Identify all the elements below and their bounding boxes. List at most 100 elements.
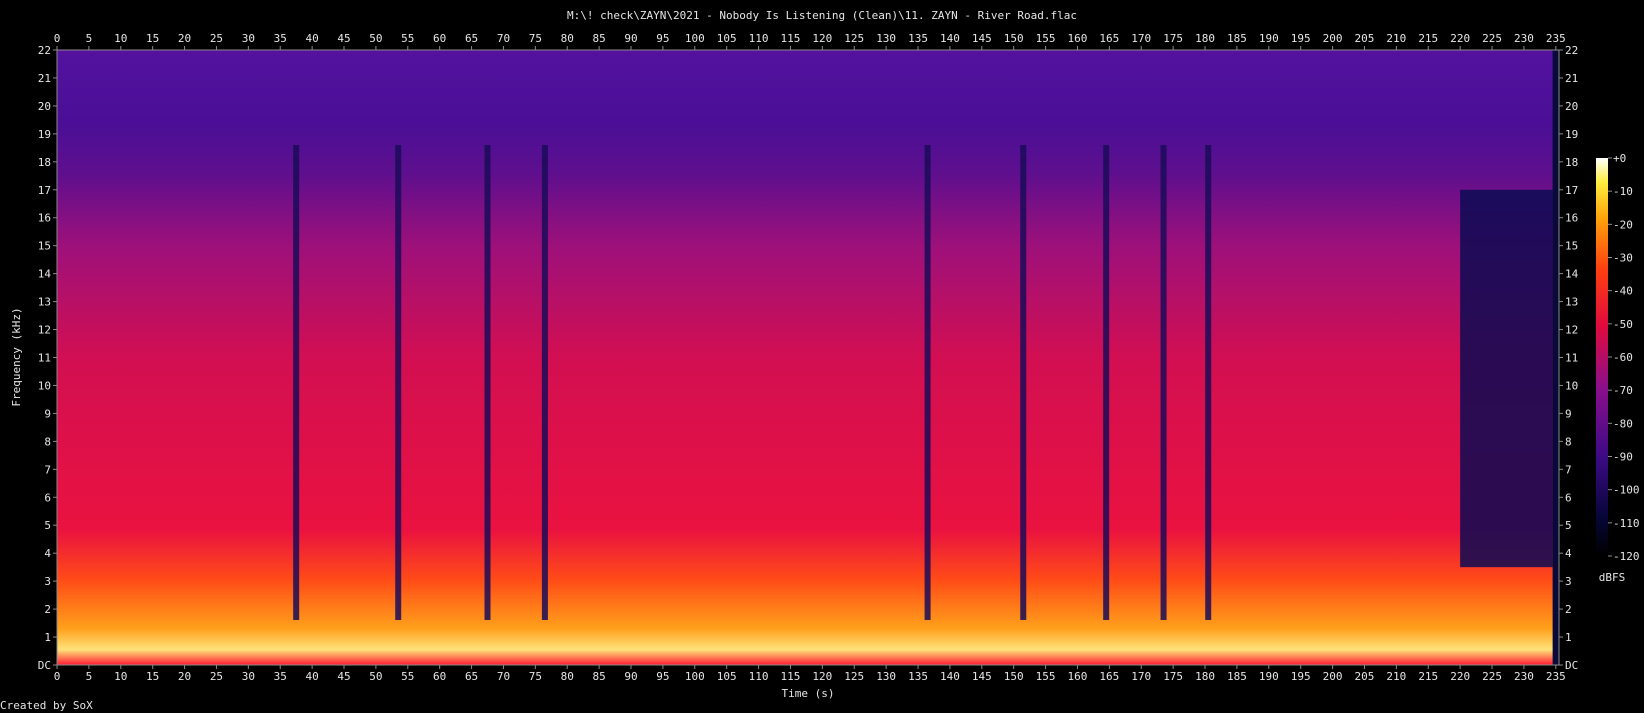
x-tick-label: 145 [972,670,992,683]
x-tick-label: 85 [592,670,605,683]
x-tick-label: 85 [592,32,605,45]
chart-title: M:\! check\ZAYN\2021 - Nobody Is Listeni… [567,9,1077,22]
x-tick-label: 170 [1131,32,1151,45]
y-tick-label: 6 [44,491,51,504]
x-tick-label: 210 [1386,32,1406,45]
x-tick-label: 95 [656,32,669,45]
x-tick-label: 235 [1546,670,1566,683]
x-tick-label: 165 [1099,670,1119,683]
x-tick-label: 90 [624,670,637,683]
y-tick-label: 10 [38,379,51,392]
colorbar-tick-label: -80 [1613,417,1633,430]
x-tick-label: 200 [1323,32,1343,45]
x-tick-label: 165 [1099,32,1119,45]
x-tick-label: 105 [717,32,737,45]
x-tick-label: 20 [178,670,191,683]
x-axis-bottom: 0 5 10 15 20 25 30 35 40 45 50 55 60 65 70 75 80 85 90 95 10… [54,665,1566,683]
x-tick-label: 135 [908,670,928,683]
x-tick-label: 190 [1259,670,1279,683]
x-tick-label: 70 [497,670,510,683]
x-tick-label: 80 [561,32,574,45]
x-tick-label: 45 [337,32,350,45]
quiet-gap-band [293,145,300,620]
x-tick-label: 15 [146,670,159,683]
quiet-gap-band [1020,145,1027,620]
x-tick-label: 195 [1291,670,1311,683]
x-tick-label: 220 [1450,670,1470,683]
x-tick-label: 105 [717,670,737,683]
y-tick-label: 9 [1565,407,1572,420]
x-tick-label: 20 [178,32,191,45]
x-tick-label: 230 [1514,670,1534,683]
y-tick-label: 7 [1565,463,1572,476]
y-tick-label: 18 [38,156,51,169]
x-tick-label: 175 [1163,670,1183,683]
x-tick-label: 190 [1259,32,1279,45]
x-tick-label: 70 [497,32,510,45]
x-tick-label: 225 [1482,670,1502,683]
spectrogram-background [57,50,1559,665]
colorbar-label: dBFS [1599,571,1626,584]
x-tick-label: 130 [876,670,896,683]
x-tick-label: 185 [1227,32,1247,45]
colorbar-tick-label: -40 [1613,285,1633,298]
x-tick-label: 10 [114,670,127,683]
x-tick-label: 115 [781,670,801,683]
x-tick-label: 150 [1004,32,1024,45]
colorbar-tick-label: -120 [1613,550,1640,563]
y-tick-label: 19 [1565,128,1578,141]
y-tick-label: 2 [44,603,51,616]
x-tick-label: 205 [1355,32,1375,45]
x-tick-label: 235 [1546,32,1566,45]
y-tick-label: DC [38,659,51,672]
x-tick-label: 45 [337,670,350,683]
y-tick-label: 13 [1565,296,1578,309]
colorbar-tick-label: -70 [1613,384,1633,397]
x-tick-label: 230 [1514,32,1534,45]
x-tick-label: 80 [561,670,574,683]
y-tick-label: 6 [1565,491,1572,504]
y-tick-label: 22 [1565,44,1578,57]
quiet-gap-band [1103,145,1110,620]
x-tick-label: 75 [529,32,542,45]
x-tick-label: 60 [433,32,446,45]
x-tick-label: 150 [1004,670,1024,683]
x-tick-label: 135 [908,32,928,45]
spectrogram-plot [56,49,1560,666]
y-tick-label: 3 [44,575,51,588]
y-tick-label: 5 [1565,519,1572,532]
colorbar-tick-label: -10 [1613,185,1633,198]
y-tick-label: 15 [1565,240,1578,253]
x-tick-label: 65 [465,670,478,683]
y-tick-label: 16 [38,212,51,225]
x-tick-label: 0 [54,32,61,45]
x-tick-label: 200 [1323,670,1343,683]
x-tick-label: 25 [210,32,223,45]
y-tick-label: 11 [38,352,51,365]
credit-text: Created by SoX [0,699,93,712]
x-tick-label: 65 [465,32,478,45]
spectrogram-highband-cutoff [1460,189,1553,568]
y-axis-left: DC12345678910111213141516171819202122 [38,44,57,672]
x-tick-label: 225 [1482,32,1502,45]
x-tick-label: 40 [305,670,318,683]
colorbar-tick-label: -50 [1613,318,1633,331]
y-tick-label: 20 [38,100,51,113]
colorbar-tick-label: -30 [1613,252,1633,265]
y-tick-label: 13 [38,296,51,309]
y-tick-label: 21 [1565,72,1578,85]
x-tick-label: 220 [1450,32,1470,45]
x-tick-label: 55 [401,32,414,45]
x-tick-label: 155 [1036,32,1056,45]
x-tick-label: 5 [86,670,93,683]
x-tick-label: 90 [624,32,637,45]
y-tick-label: 12 [38,324,51,337]
y-tick-label: 2 [1565,603,1572,616]
colorbar-ticks: +0 -10 -20 -30 -40 -50 -60 -70 -80 -90 -100 -110 -12… [1608,152,1640,563]
y-axis-right: DC12345678910111213141516171819202122 [1559,44,1579,672]
x-tick-label: 140 [940,32,960,45]
x-tick-label: 185 [1227,670,1247,683]
colorbar-gradient [1596,158,1608,556]
y-tick-label: 15 [38,240,51,253]
x-tick-label: 175 [1163,32,1183,45]
